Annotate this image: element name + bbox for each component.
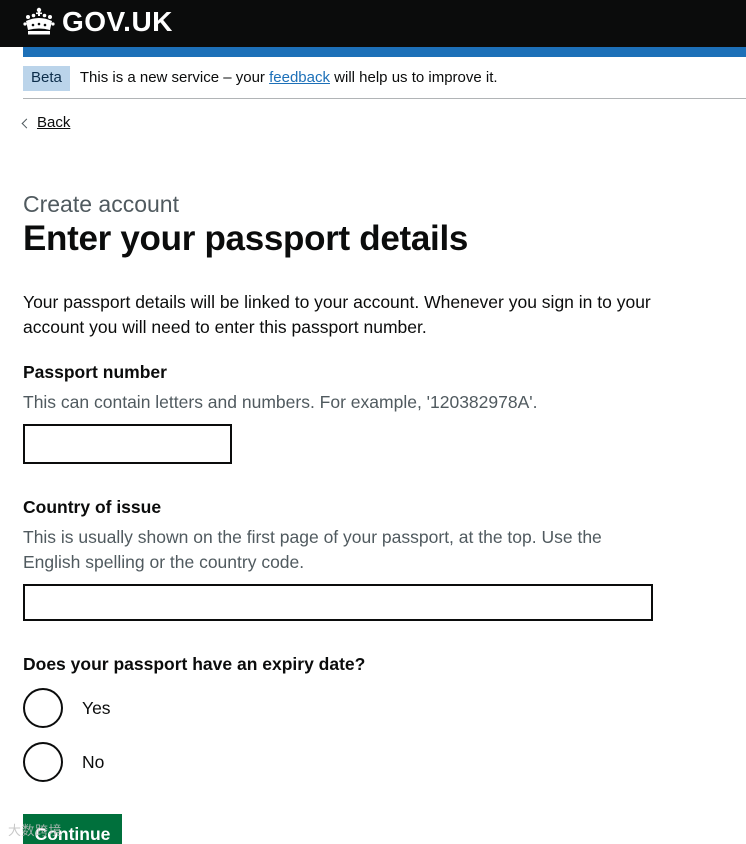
country-of-issue-hint: This is usually shown on the first page … <box>23 527 602 572</box>
passport-number-hint: This can contain letters and numbers. Fo… <box>23 392 538 412</box>
logo-text: GOV.UK <box>62 6 173 37</box>
passport-number-label: Passport number <box>23 362 167 382</box>
beta-tag: Beta <box>23 65 70 91</box>
radio-option-yes[interactable]: Yes <box>23 688 111 728</box>
govuk-logo-link[interactable]: GOV.UK <box>22 4 173 40</box>
passport-number-input[interactable] <box>23 424 232 464</box>
page-title: Enter your passport details <box>23 219 469 258</box>
watermark-text: 大数跨境 <box>8 823 63 838</box>
crown-icon <box>23 7 55 35</box>
phase-text-after: will help us to improve it. <box>330 69 498 86</box>
page-caption: Create account <box>23 191 179 217</box>
feedback-link[interactable]: feedback <box>269 69 330 86</box>
site-header: GOV.UK <box>0 0 746 47</box>
back-link-label: Back <box>37 114 71 131</box>
phase-banner: Beta This is a new service – your feedba… <box>23 58 746 99</box>
radio-no-label[interactable]: No <box>82 750 104 774</box>
country-of-issue-label: Country of issue <box>23 497 162 517</box>
phase-text-before: This is a new service – your <box>79 69 270 86</box>
radio-no[interactable] <box>23 742 63 782</box>
back-link[interactable]: Back <box>21 114 71 131</box>
country-of-issue-input[interactable] <box>23 584 653 621</box>
lead-paragraph: Your passport details will be linked to … <box>23 292 651 337</box>
header-accent-bar <box>23 47 746 57</box>
chevron-left-icon <box>21 118 32 128</box>
expiry-date-legend: Does your passport have an expiry date? <box>23 654 366 674</box>
radio-option-no[interactable]: No <box>23 742 104 782</box>
radio-yes-label[interactable]: Yes <box>82 696 111 720</box>
phase-banner-text: This is a new service – your feedback wi… <box>80 68 498 88</box>
radio-yes[interactable] <box>23 688 63 728</box>
